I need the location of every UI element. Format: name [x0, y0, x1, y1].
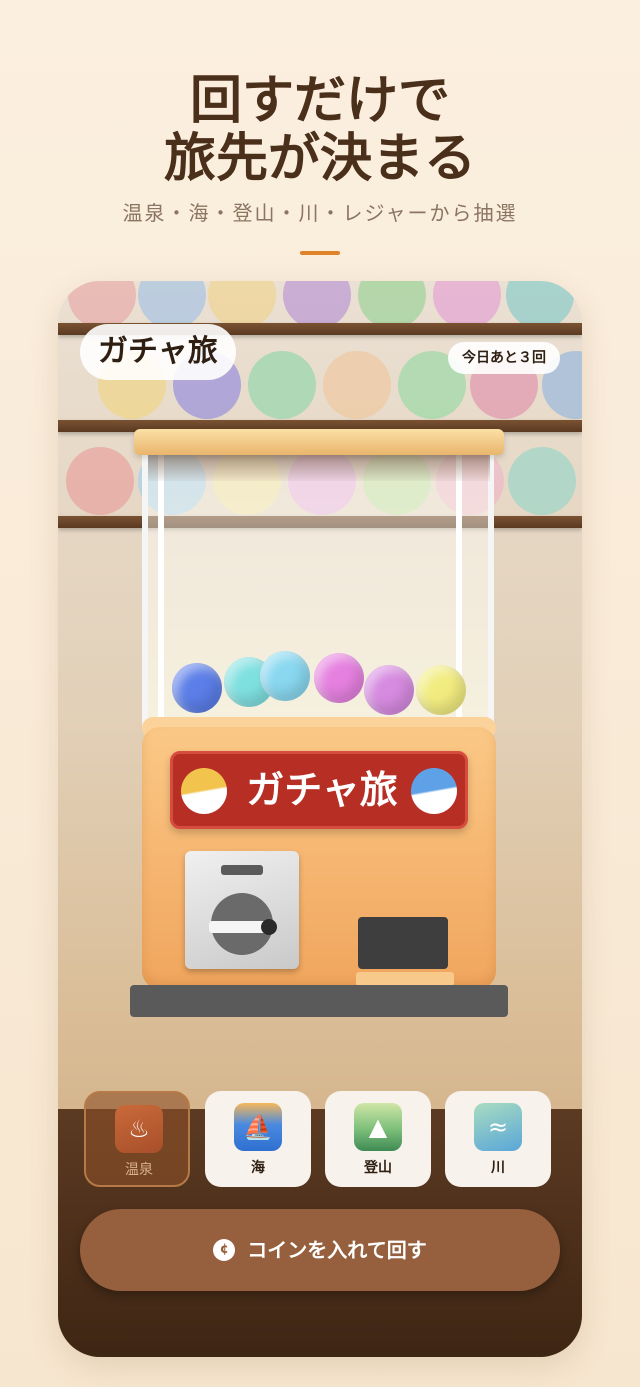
machine-label: ガチャ旅 [246, 768, 398, 812]
machine-capsule [364, 665, 414, 715]
machine-knob-panel[interactable] [185, 851, 299, 969]
hot-spring-icon: ♨ [115, 1105, 163, 1153]
gacha-machine[interactable]: ガチャ旅 [128, 427, 508, 1017]
machine-label-plate: ガチャ旅 [170, 751, 468, 829]
capsule-outlet-lip [356, 972, 454, 986]
remaining-spins-badge: 今日あと３回 [448, 342, 560, 374]
mountain-icon: ▲ [354, 1103, 402, 1151]
coin-icon: ¢ [213, 1238, 236, 1261]
sailboat-icon: ⛵ [234, 1103, 282, 1151]
category-label: 温泉 [125, 1162, 153, 1178]
shelf-capsule [508, 447, 576, 515]
capsule-emblem-icon [181, 768, 227, 814]
phone-screen: ガチャ旅 今日あと３回 ガチャ旅 ♨ 温泉 ⛵ 海 ▲ 登山 ≈ 川 ¢ コイン… [58, 281, 582, 1357]
capsule-emblem-icon [411, 768, 457, 814]
machine-lid-shadow [148, 455, 490, 481]
spin-button[interactable]: ¢ コインを入れて回す [80, 1209, 560, 1291]
machine-capsule [260, 651, 310, 701]
category-mountain[interactable]: ▲ 登山 [325, 1091, 431, 1187]
turn-knob-pivot [261, 919, 277, 935]
capsule-outlet [358, 917, 448, 969]
subheadline: 温泉・海・登山・川・レジャーから抽選 [122, 201, 518, 225]
headline-line-2: 旅先が決まる [163, 129, 476, 189]
category-hot-spring[interactable]: ♨ 温泉 [84, 1091, 190, 1187]
machine-lid [134, 429, 504, 455]
spin-button-label: コインを入れて回す [247, 1238, 427, 1262]
accent-divider [300, 251, 340, 255]
machine-capsule [416, 665, 466, 715]
headline-line-1: 回すだけで [189, 71, 450, 131]
category-river[interactable]: ≈ 川 [445, 1091, 551, 1187]
machine-capsule [172, 663, 222, 713]
category-selector: ♨ 温泉 ⛵ 海 ▲ 登山 ≈ 川 [84, 1091, 554, 1187]
app-title: ガチャ旅 [80, 324, 236, 380]
category-label: 海 [251, 1160, 265, 1176]
machine-capsule [314, 653, 364, 703]
shelf-capsule [66, 447, 134, 515]
machine-base [130, 985, 508, 1017]
category-label: 川 [491, 1160, 505, 1176]
glass-pillar [158, 455, 164, 729]
top-bar: ガチャ旅 今日あと３回 [58, 281, 582, 381]
coin-slot [221, 865, 263, 875]
category-label: 登山 [364, 1160, 392, 1176]
river-icon: ≈ [474, 1103, 522, 1151]
category-sea[interactable]: ⛵ 海 [205, 1091, 311, 1187]
